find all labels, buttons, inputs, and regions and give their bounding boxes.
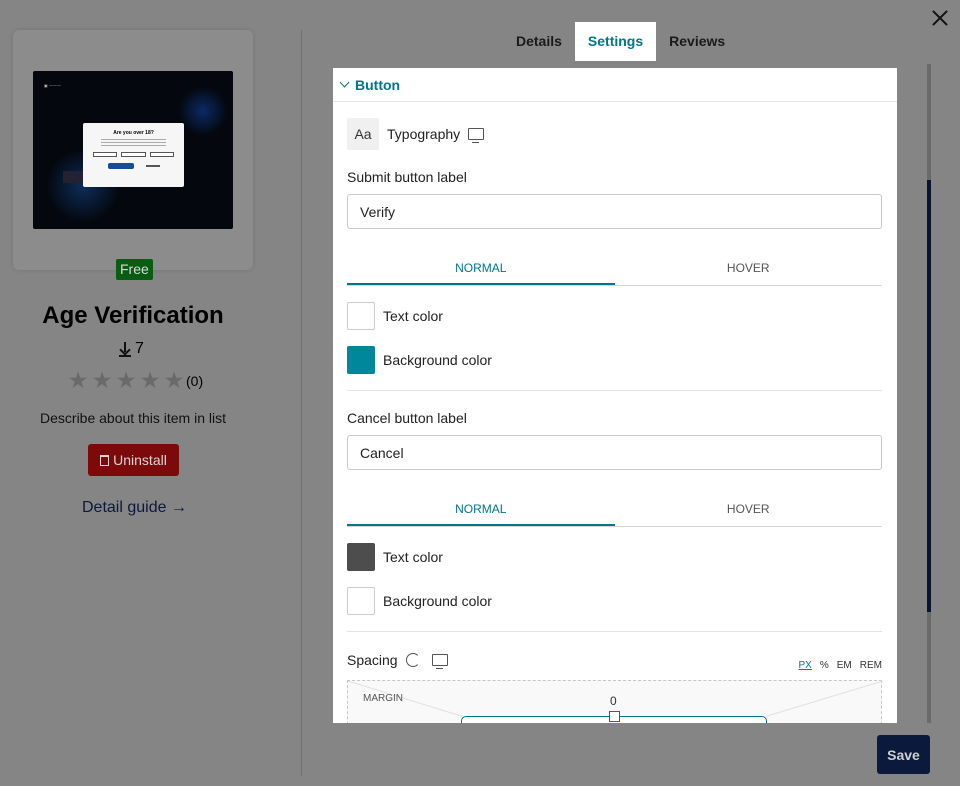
chevron-down-icon xyxy=(339,77,350,88)
section-header-button[interactable]: Button xyxy=(333,68,897,102)
tab-details[interactable]: Details xyxy=(503,22,575,61)
color-swatch[interactable] xyxy=(347,346,375,374)
star-icon: ★ xyxy=(91,368,113,394)
color-swatch[interactable] xyxy=(347,587,375,615)
submit-text-color: Text color xyxy=(347,302,443,330)
divider xyxy=(347,390,882,391)
app-description: Describe about this item in list xyxy=(40,410,226,426)
uninstall-button[interactable]: Uninstall xyxy=(88,444,179,476)
unit-percent[interactable]: % xyxy=(820,660,829,671)
settings-panel: Button Aa Typography Submit button label… xyxy=(333,68,897,723)
reset-icon[interactable] xyxy=(405,653,420,667)
cancel-label-input[interactable] xyxy=(347,435,882,470)
margin-label: MARGIN xyxy=(363,693,403,704)
app-title: Age Verification xyxy=(42,302,224,329)
tab-reviews[interactable]: Reviews xyxy=(656,22,738,61)
download-count: 7 xyxy=(118,340,144,358)
cancel-label-heading: Cancel button label xyxy=(347,410,467,426)
submit-label-input[interactable] xyxy=(347,194,882,229)
trash-icon xyxy=(100,454,110,466)
submit-state-tabs: NORMAL HOVER xyxy=(347,253,882,286)
color-swatch[interactable] xyxy=(347,302,375,330)
monitor-icon[interactable] xyxy=(431,654,448,669)
cancel-state-tabs: NORMAL HOVER xyxy=(347,494,882,527)
color-swatch[interactable] xyxy=(347,543,375,571)
unit-px[interactable]: PX xyxy=(799,660,812,671)
tab-hover[interactable]: HOVER xyxy=(615,253,883,285)
scrollbar-thumb[interactable] xyxy=(927,180,931,612)
download-icon xyxy=(118,341,132,357)
unit-em[interactable]: EM xyxy=(837,660,852,671)
tab-bar: Details Settings Reviews xyxy=(503,22,738,61)
download-count-value: 7 xyxy=(135,340,144,357)
thumbnail-logo: ▣ ——— xyxy=(44,83,62,88)
rating: ★ ★ ★ ★ ★ (0) xyxy=(66,369,203,393)
thumbnail-modal: Are you over 18? xyxy=(83,123,184,187)
color-label: Background color xyxy=(383,593,492,609)
typography-label: Typography xyxy=(387,126,461,142)
app-thumbnail-card: ▣ ——— Are you over 18? xyxy=(13,30,253,270)
typography-icon[interactable]: Aa xyxy=(347,118,379,150)
submit-background-color: Background color xyxy=(347,346,492,374)
spacing-control: Spacing xyxy=(347,652,448,669)
panel-divider xyxy=(301,30,302,776)
star-icon: ★ xyxy=(67,368,89,394)
unit-selector: PX % EM REM xyxy=(799,660,882,671)
monitor-icon[interactable] xyxy=(468,128,485,143)
cancel-background-color: Background color xyxy=(347,587,492,615)
tab-normal[interactable]: NORMAL xyxy=(347,253,615,285)
color-label: Background color xyxy=(383,352,492,368)
price-badge: Free xyxy=(116,259,153,280)
margin-top-handle[interactable] xyxy=(609,711,620,722)
star-icon: ★ xyxy=(115,368,137,394)
section-title: Button xyxy=(355,76,401,93)
tab-settings[interactable]: Settings xyxy=(574,22,657,61)
star-icon: ★ xyxy=(163,368,185,394)
cancel-text-color: Text color xyxy=(347,543,443,571)
thumbnail-modal-title: Are you over 18? xyxy=(113,130,154,136)
spacing-label: Spacing xyxy=(347,652,398,668)
app-thumbnail-image: ▣ ——— Are you over 18? xyxy=(33,71,233,229)
tab-normal[interactable]: NORMAL xyxy=(347,494,615,526)
tab-hover[interactable]: HOVER xyxy=(615,494,883,526)
close-icon[interactable] xyxy=(928,6,952,30)
spacing-box: MARGIN 0 xyxy=(347,680,883,723)
unit-rem[interactable]: REM xyxy=(860,660,882,671)
color-label: Text color xyxy=(383,549,443,565)
color-label: Text color xyxy=(383,308,443,324)
save-button[interactable]: Save xyxy=(877,735,930,774)
rating-count: (0) xyxy=(186,373,204,389)
margin-top-value[interactable]: 0 xyxy=(610,694,617,708)
detail-guide-link[interactable]: Detail guide → xyxy=(82,499,187,517)
uninstall-label: Uninstall xyxy=(113,452,167,468)
typography-control[interactable]: Aa Typography xyxy=(347,118,485,150)
app-info-panel: ▣ ——— Are you over 18? Free Age Verifica… xyxy=(0,0,301,786)
submit-label-heading: Submit button label xyxy=(347,169,467,185)
star-icon: ★ xyxy=(139,368,161,394)
divider xyxy=(347,631,882,632)
